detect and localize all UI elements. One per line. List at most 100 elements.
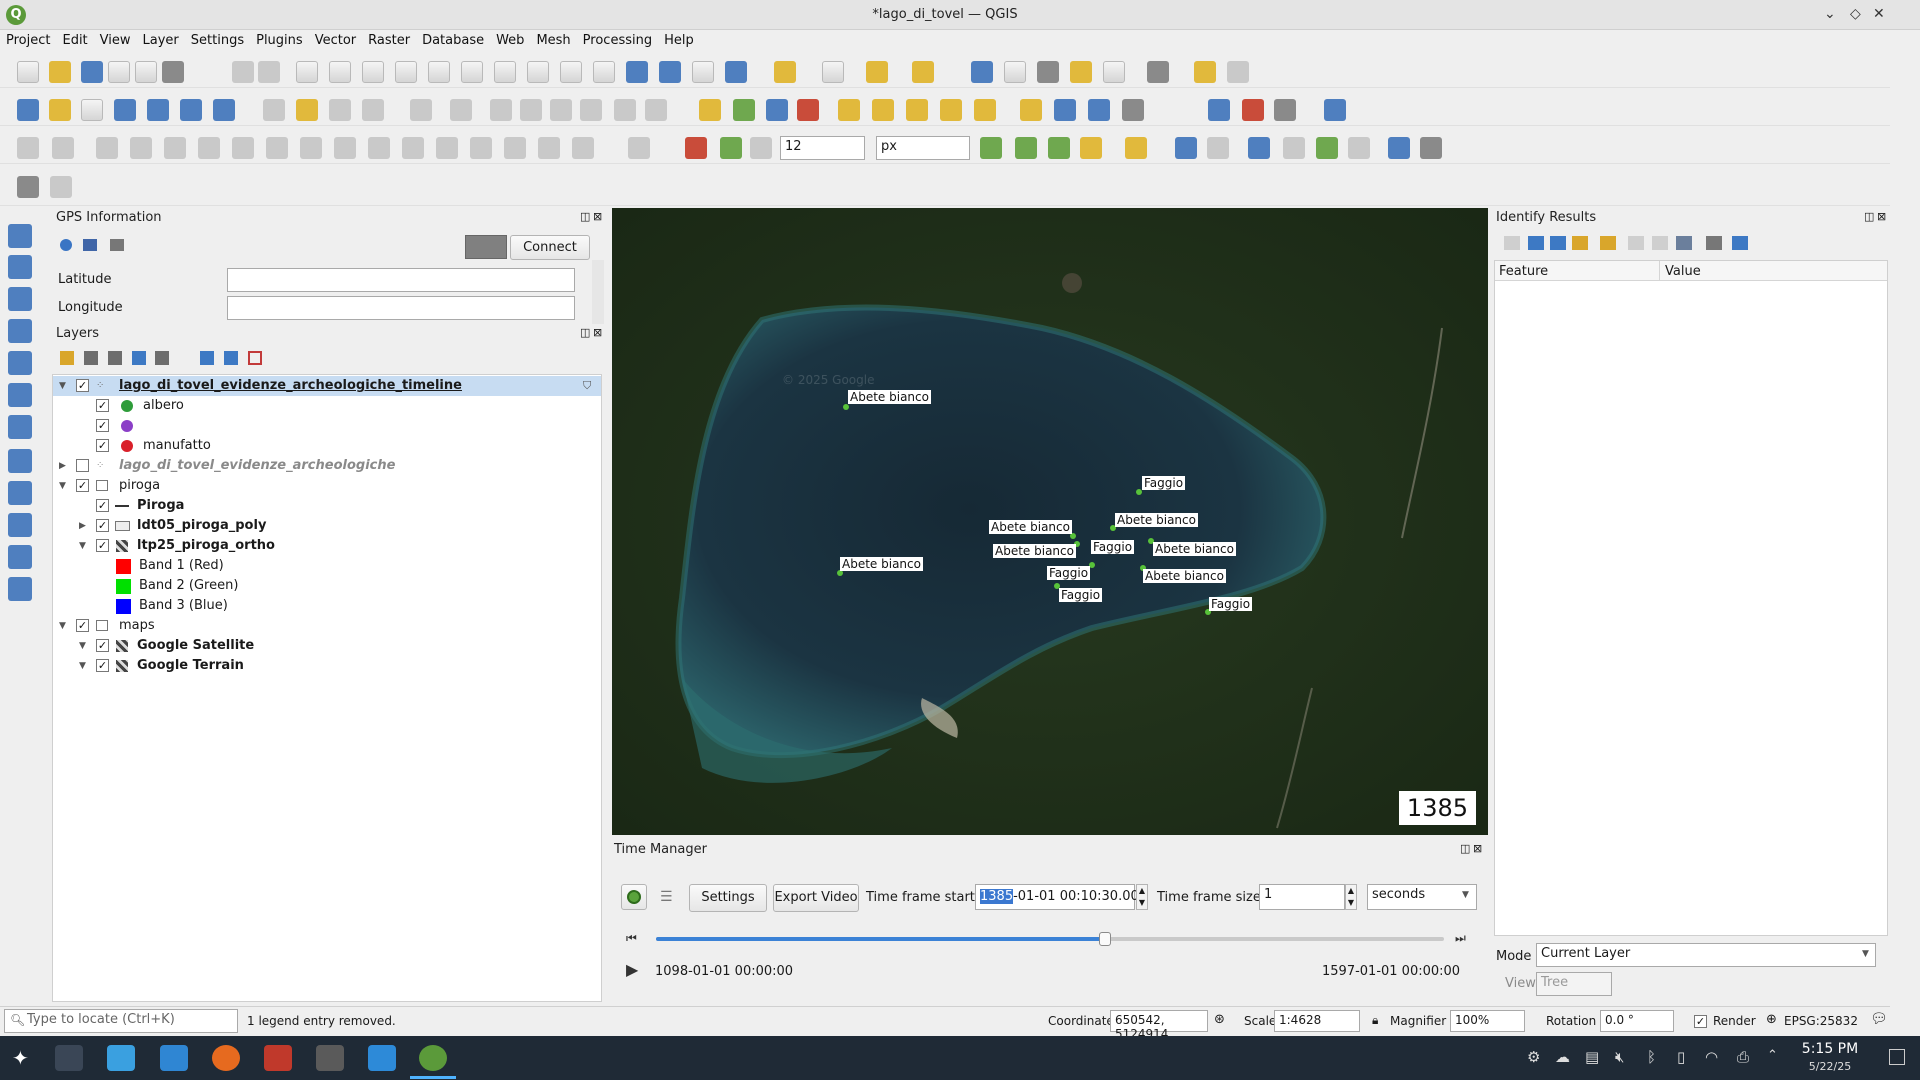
documents-icon[interactable] [368,1045,396,1071]
close-icon[interactable]: ✕ [1873,6,1885,22]
pan-to-selection-icon[interactable] [258,61,280,83]
show-hide-labels-icon[interactable] [872,99,894,121]
expand-arrow-icon[interactable]: ▼ [59,616,66,636]
zoom-native-icon[interactable] [461,61,483,83]
toolbox-icon[interactable] [1037,61,1059,83]
snap-tolerance-input[interactable]: 12 [780,136,865,160]
new-3d-view-icon[interactable] [593,61,615,83]
snapping-magnet-icon[interactable] [685,137,707,159]
file-manager-icon[interactable] [107,1045,135,1071]
volume-muted-icon[interactable]: 🔇︎ [1615,1048,1624,1066]
manage-themes-icon[interactable] [108,351,122,365]
menu-settings[interactable]: Settings [185,30,250,48]
menu-view[interactable]: View [94,30,137,48]
snap-unit-select[interactable]: px [876,136,970,160]
deselect-icon[interactable] [866,61,888,83]
delete-ring-icon[interactable] [164,137,186,159]
highlight-icon[interactable] [1572,236,1588,250]
style-icon[interactable] [60,351,74,365]
web-service-icon[interactable] [1122,99,1144,121]
temporal-controller-icon[interactable] [692,61,714,83]
float-panel-icon[interactable]: ◫ [580,210,590,223]
refresh-icon[interactable] [725,61,747,83]
settings-wrench-icon[interactable] [1420,137,1442,159]
step-forward-icon[interactable]: ⏭ [1455,931,1466,946]
coordinate-field[interactable]: 650542, 5124914 [1110,1010,1208,1041]
rotate-label-icon[interactable] [940,99,962,121]
tracing-icon[interactable] [1080,137,1102,159]
snapping-mode-icon[interactable] [720,137,742,159]
info-icon[interactable] [60,239,72,251]
clipboard-tray-icon[interactable]: ▤ [1585,1048,1599,1066]
reset-track-icon[interactable] [1348,137,1370,159]
delete-selected-icon[interactable] [490,99,512,121]
battery-icon[interactable]: ▯ [1677,1048,1685,1066]
layer-visibility-checkbox[interactable] [76,459,89,472]
lock-icon[interactable]: 🔒︎ [1372,1013,1378,1028]
map-tips-icon[interactable] [1194,61,1216,83]
menu-database[interactable]: Database [416,30,490,48]
expand-arrow-icon[interactable]: ▶ [59,456,66,476]
add-raster-icon[interactable] [180,99,202,121]
settings-button[interactable]: Settings [689,884,767,912]
clock-date[interactable]: 5/22/25 [1798,1060,1862,1073]
add-ring-icon[interactable] [52,137,74,159]
menu-web[interactable]: Web [490,30,530,48]
vector-sidebar-icon[interactable] [8,287,32,311]
render-checkbox[interactable]: ✓ [1694,1015,1707,1028]
connect-button[interactable]: Connect [510,235,590,260]
identify-features-icon[interactable] [971,61,993,83]
group-visibility-checkbox[interactable]: ✓ [76,479,89,492]
menu-help[interactable]: Help [658,30,700,48]
self-snapping-icon[interactable] [1125,137,1147,159]
zoom-next-icon[interactable] [527,61,549,83]
bookmark-icon[interactable] [626,61,648,83]
open-attribute-table-icon[interactable] [1004,61,1026,83]
reverse-line-icon[interactable] [300,137,322,159]
copy-icon[interactable] [550,99,572,121]
query-sidebar-icon[interactable] [8,319,32,343]
new-project-icon[interactable] [17,61,39,83]
view-select[interactable]: Tree [1536,972,1612,996]
show-desktop-icon[interactable] [1889,1049,1905,1065]
globe-icon[interactable] [1054,99,1076,121]
wifi-icon[interactable]: ◠ [1705,1048,1718,1066]
undo-icon[interactable] [614,99,636,121]
reshape-icon[interactable] [232,137,254,159]
legend-checkbox[interactable]: ✓ [96,419,109,432]
collapse-tree-icon[interactable] [1528,236,1544,250]
wrench-icon[interactable] [110,239,124,251]
trim-extend-icon[interactable] [334,137,356,159]
split-features-icon[interactable] [368,137,390,159]
layer-visibility-checkbox[interactable]: ✓ [96,639,109,652]
remove-layer-icon[interactable] [248,351,262,365]
label-layer-icon[interactable] [699,99,721,121]
add-feature-icon[interactable] [362,99,384,121]
delete-part-icon[interactable] [198,137,220,159]
add-part-icon[interactable] [96,137,118,159]
plugin-form-icon[interactable] [50,176,72,198]
save-project-icon[interactable] [81,61,103,83]
cut-icon[interactable] [520,99,542,121]
gps-toolbar-icon[interactable] [1175,137,1197,159]
copy-feature-icon[interactable] [1628,236,1644,250]
expand-arrow-icon[interactable]: ▼ [79,656,86,676]
zoom-in-icon[interactable] [296,61,318,83]
help-icon[interactable] [1324,99,1346,121]
topological-editing-icon[interactable] [1015,137,1037,159]
recenter-icon[interactable] [1283,137,1305,159]
scale-field[interactable]: 1:4628 [1274,1010,1360,1032]
messages-icon[interactable]: 💬︎ [1870,1011,1888,1027]
simplify-icon[interactable] [538,137,560,159]
zoom-selection-icon[interactable] [395,61,417,83]
split-parts-icon[interactable] [402,137,424,159]
filter-legend-icon[interactable] [132,351,146,365]
help-icon[interactable] [1732,236,1748,250]
globe-sidebar-icon[interactable] [8,481,32,505]
avoid-overlap-icon[interactable] [1048,137,1070,159]
layer-row-timeline[interactable]: ▼ ✓ ⁘ lago_di_tovel_evidenze_archeologic… [53,376,601,396]
expand-arrow-icon[interactable]: ▼ [59,376,66,396]
menu-project[interactable]: Project [0,30,56,48]
data-source-manager-icon[interactable] [17,99,39,121]
legend-checkbox[interactable]: ✓ [96,439,109,452]
